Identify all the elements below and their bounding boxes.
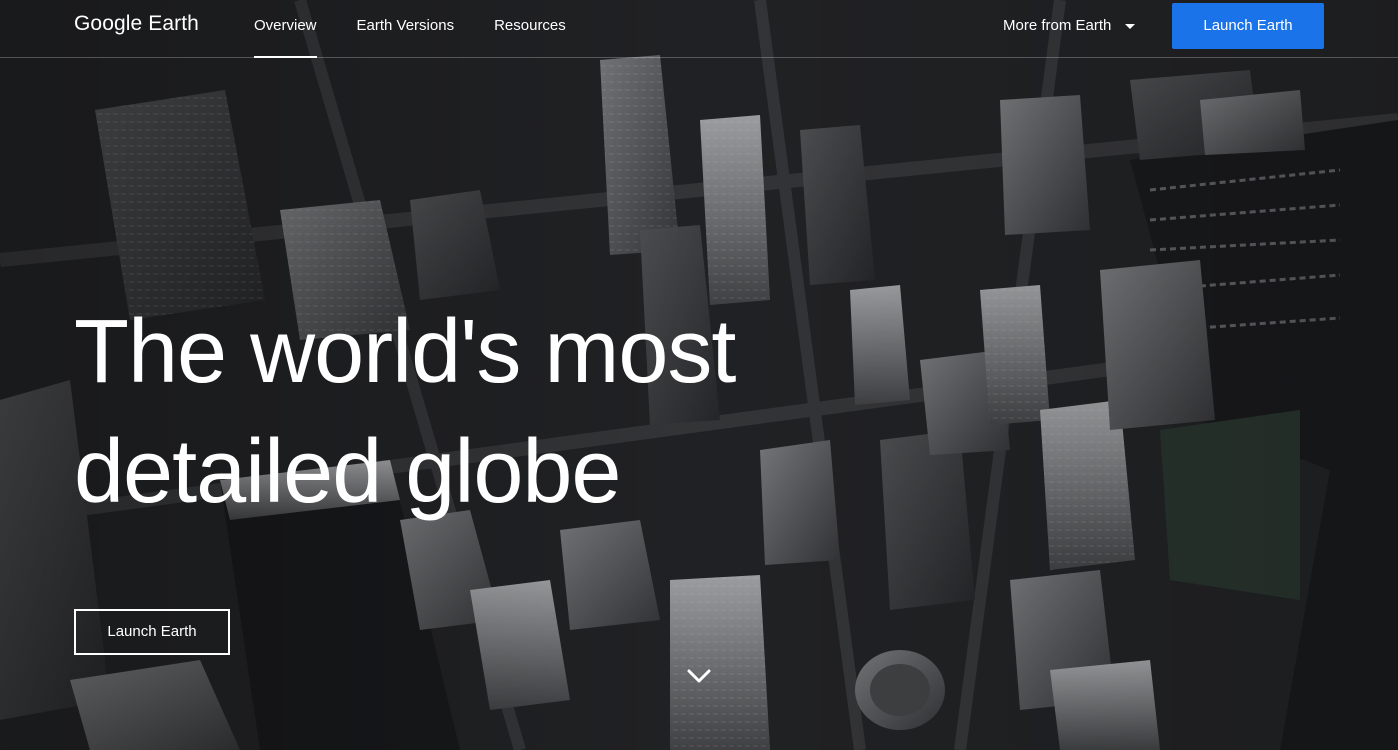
chevron-down-icon[interactable] (686, 664, 712, 688)
caret-down-icon (1125, 24, 1136, 29)
google-earth-logo[interactable]: Google Earth (74, 12, 199, 36)
launch-earth-header-button[interactable]: Launch Earth (1172, 3, 1324, 49)
launch-earth-cta-button[interactable]: Launch Earth (74, 609, 230, 655)
headline-line-1: The world's most (74, 302, 736, 402)
nav-item-overview[interactable]: Overview (254, 0, 317, 58)
nav-item-earth-versions[interactable]: Earth Versions (357, 0, 455, 58)
main-nav: Overview Earth Versions Resources (254, 0, 566, 58)
hero-section: Google Earth Overview Earth Versions Res… (0, 0, 1398, 750)
more-from-earth-label: More from Earth (1003, 17, 1112, 34)
more-from-earth-dropdown[interactable]: More from Earth (1003, 0, 1136, 52)
nav-item-resources[interactable]: Resources (494, 0, 566, 58)
hero-headline: The world's most detailed globe (74, 292, 874, 532)
top-navigation-bar: Google Earth Overview Earth Versions Res… (0, 0, 1398, 58)
headline-line-2: detailed globe (74, 422, 621, 522)
